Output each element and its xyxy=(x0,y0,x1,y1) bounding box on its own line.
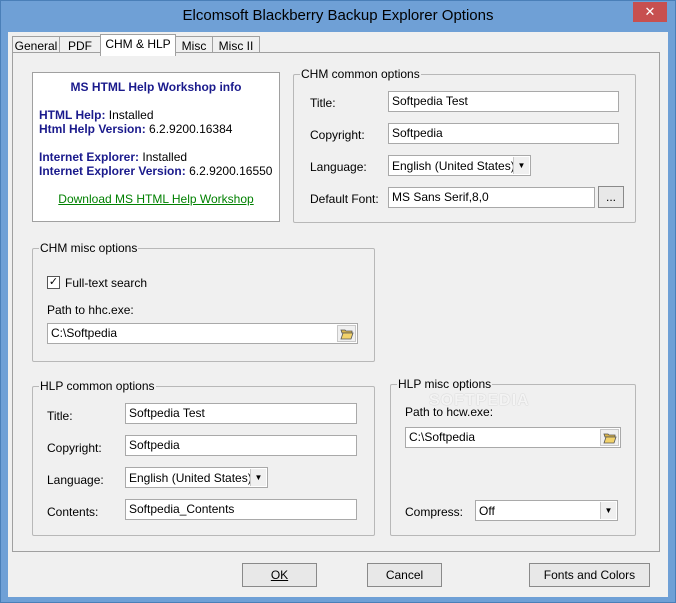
title-bar[interactable]: Elcomsoft Blackberry Backup Explorer Opt… xyxy=(1,1,675,32)
tab-chm-hlp[interactable]: CHM & HLP xyxy=(100,34,176,56)
chm-language-label: Language: xyxy=(310,160,367,174)
hlp-common-options-group: HLP common options Title: Softpedia Test… xyxy=(32,379,375,536)
hlp-copyright-input[interactable]: Softpedia xyxy=(125,435,357,456)
chm-language-select[interactable]: English (United States) ▼ xyxy=(388,155,531,176)
hlp-misc-legend: HLP misc options xyxy=(397,377,493,391)
hlp-language-label: Language: xyxy=(47,473,104,487)
html-help-info-box: MS HTML Help Workshop info HTML Help: In… xyxy=(32,72,280,222)
folder-open-icon[interactable] xyxy=(337,325,356,342)
compress-label: Compress: xyxy=(405,505,464,519)
chevron-down-icon[interactable]: ▼ xyxy=(513,157,529,174)
chm-misc-options-group: CHM misc options ✓ Full-text search Path… xyxy=(32,241,375,362)
folder-open-icon[interactable] xyxy=(600,429,619,446)
hlp-title-input[interactable]: Softpedia Test xyxy=(125,403,357,424)
info-header: MS HTML Help Workshop info xyxy=(70,80,242,94)
chm-misc-legend: CHM misc options xyxy=(39,241,139,255)
tab-page-chm-hlp: MS HTML Help Workshop info HTML Help: In… xyxy=(12,52,660,552)
ie-status: Internet Explorer: Installed xyxy=(39,150,188,164)
html-help-status: HTML Help: Installed xyxy=(39,108,154,122)
hlp-contents-label: Contents: xyxy=(47,505,99,519)
hlp-contents-input[interactable]: Softpedia_Contents xyxy=(125,499,357,520)
chevron-down-icon[interactable]: ▼ xyxy=(600,502,616,519)
hlp-copyright-label: Copyright: xyxy=(47,441,102,455)
chm-common-legend: CHM common options xyxy=(300,67,421,81)
compress-select[interactable]: Off ▼ xyxy=(475,500,618,521)
hhc-path-input[interactable]: C:\Softpedia xyxy=(47,323,358,344)
html-help-version: Html Help Version: 6.2.9200.16384 xyxy=(39,122,233,136)
dialog-client: General PDF CHM & HLP Misc Misc II MS HT… xyxy=(8,32,668,597)
ie-version: Internet Explorer Version: 6.2.9200.1655… xyxy=(39,164,273,178)
chm-title-input[interactable]: Softpedia Test xyxy=(388,91,619,112)
font-picker-button[interactable]: ... xyxy=(598,186,624,208)
hlp-language-select[interactable]: English (United States) ▼ xyxy=(125,467,268,488)
softpedia-watermark: SOFTPEDIA xyxy=(429,392,530,409)
chm-title-label: Title: xyxy=(310,96,336,110)
hlp-title-label: Title: xyxy=(47,409,73,423)
fulltext-search-checkbox[interactable]: ✓ xyxy=(47,276,60,289)
hhc-path-label: Path to hhc.exe: xyxy=(47,303,134,317)
cancel-button[interactable]: Cancel xyxy=(367,563,442,587)
ok-button[interactable]: OK xyxy=(242,563,317,587)
fulltext-search-label: Full-text search xyxy=(65,276,148,290)
hcw-path-input[interactable]: C:\Softpedia xyxy=(405,427,621,448)
chm-copyright-label: Copyright: xyxy=(310,128,365,142)
download-html-help-link[interactable]: Download MS HTML Help Workshop xyxy=(33,192,279,206)
options-window: Elcomsoft Blackberry Backup Explorer Opt… xyxy=(0,0,676,603)
chm-common-options-group: CHM common options Title: Softpedia Test… xyxy=(293,67,636,223)
window-title: Elcomsoft Blackberry Backup Explorer Opt… xyxy=(182,7,494,24)
chm-font-input[interactable]: MS Sans Serif,8,0 xyxy=(388,187,595,208)
chm-copyright-input[interactable]: Softpedia xyxy=(388,123,619,144)
hlp-common-legend: HLP common options xyxy=(39,379,156,393)
chevron-down-icon[interactable]: ▼ xyxy=(250,469,266,486)
fonts-and-colors-button[interactable]: Fonts and Colors xyxy=(529,563,650,587)
close-icon[interactable]: ✕ xyxy=(633,2,667,22)
chm-font-label: Default Font: xyxy=(310,192,379,206)
